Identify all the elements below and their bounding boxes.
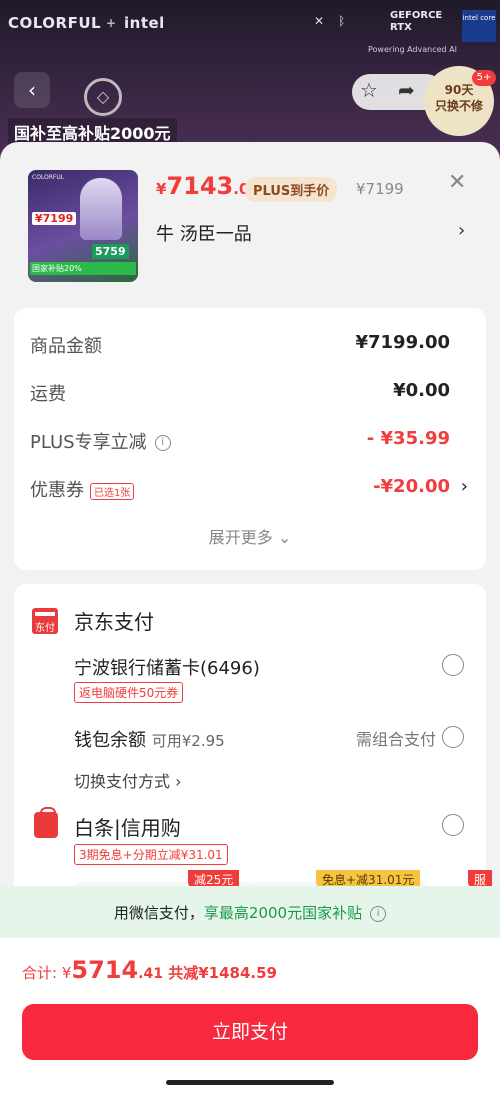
- expand-more-button[interactable]: 展开更多 ⌄: [14, 524, 486, 548]
- intel-logo: intel: [124, 14, 165, 32]
- mute-icon: ✕: [314, 14, 325, 28]
- chevron-right-icon[interactable]: ›: [458, 220, 465, 241]
- wechat-subsidy-promo[interactable]: 用微信支付，享最高2000元国家补贴 i: [0, 886, 500, 938]
- chevron-right-icon[interactable]: ›: [461, 476, 468, 497]
- back-button[interactable]: ‹: [14, 72, 50, 108]
- info-icon[interactable]: i: [370, 905, 387, 922]
- brand-separator: +: [106, 16, 117, 30]
- thumb-price: ¥7199: [32, 212, 77, 225]
- product-background-banner: COLORFUL + intel ✕ ᛒ GEFORCE RTX Powerin…: [0, 0, 500, 160]
- combo-pay-note: 需组合支付: [355, 730, 436, 749]
- coupon-selected-tag: 已选1张: [90, 482, 135, 500]
- price-summary-card: 商品金额 ¥7199.00 运费 ¥0.00 PLUS专享立减 i - ¥35.9…: [14, 308, 486, 570]
- close-icon[interactable]: ✕: [448, 172, 466, 194]
- checkout-sheet: COLORFUL ¥7199 5759 国家补贴20% ¥7143.01 PLU…: [0, 142, 500, 1100]
- wallet-radio[interactable]: [442, 726, 464, 748]
- info-icon[interactable]: i: [154, 435, 171, 451]
- baitiao-option[interactable]: 白条|信用购: [74, 812, 181, 841]
- product-spec[interactable]: 牛 汤臣一品: [156, 220, 252, 246]
- bank-card-radio[interactable]: [442, 654, 464, 676]
- shipping-row: 运费 ¥0.00: [30, 380, 450, 405]
- pay-now-button[interactable]: 立即支付: [22, 1004, 478, 1060]
- plus-price-tag: PLUS到手价: [245, 177, 338, 202]
- goods-amount-row: 商品金额 ¥7199.00: [30, 332, 450, 357]
- jd-pay-title: 京东支付: [74, 610, 154, 634]
- product-header: COLORFUL ¥7199 5759 国家补贴20% ¥7143.01 PLU…: [0, 142, 500, 300]
- thumb-sale-price: 5759: [92, 244, 129, 259]
- bank-promo-tag: 返电脑硬件50元券: [74, 682, 184, 703]
- thumb-brand: COLORFUL: [32, 174, 65, 181]
- bank-card-option[interactable]: 宁波银行储蓄卡(6496): [74, 654, 260, 680]
- coupon-row[interactable]: 优惠券 已选1张 -¥20.00 ›: [30, 474, 468, 504]
- payment-methods-card: 东付 京东支付 宁波银行储蓄卡(6496) 返电脑硬件50元券 钱包余额 可用¥…: [14, 584, 493, 906]
- baitiao-icon: [34, 807, 58, 838]
- brand-logo: COLORFUL: [8, 14, 102, 32]
- order-total: 合计: ¥5714.41 共减¥1484.59: [22, 956, 277, 984]
- thumb-subsidy: 国家补贴20%: [30, 262, 136, 275]
- product-character-art: [80, 178, 122, 240]
- bluetooth-icon: ᛒ: [338, 14, 346, 28]
- checkout-bar: 合计: ¥5714.41 共减¥1484.59 立即支付: [0, 938, 500, 1100]
- home-indicator: [166, 1080, 334, 1085]
- baitiao-promo-tag: 3期免息+分期立减¥31.01: [74, 844, 228, 865]
- cube-icon: ◇: [84, 78, 122, 116]
- jd-pay-icon: 东付: [32, 608, 58, 634]
- intel-core-badge: intel core: [462, 10, 496, 42]
- product-thumbnail: COLORFUL ¥7199 5759 国家补贴20%: [28, 170, 138, 282]
- star-icon[interactable]: ☆: [360, 78, 378, 102]
- nvidia-logo: GEFORCE RTX Powering Advanced AI: [368, 10, 457, 54]
- share-icon[interactable]: ➦: [398, 78, 415, 102]
- switch-payment-link[interactable]: 切换支付方式 ›: [74, 768, 182, 792]
- plus-discount-row: PLUS专享立减 i - ¥35.99: [30, 428, 450, 453]
- original-price: ¥7199: [356, 180, 404, 198]
- baitiao-radio[interactable]: [442, 814, 464, 836]
- wallet-balance-option[interactable]: 钱包余额 可用¥2.95: [74, 726, 225, 752]
- cart-count-badge: 5+: [472, 70, 496, 86]
